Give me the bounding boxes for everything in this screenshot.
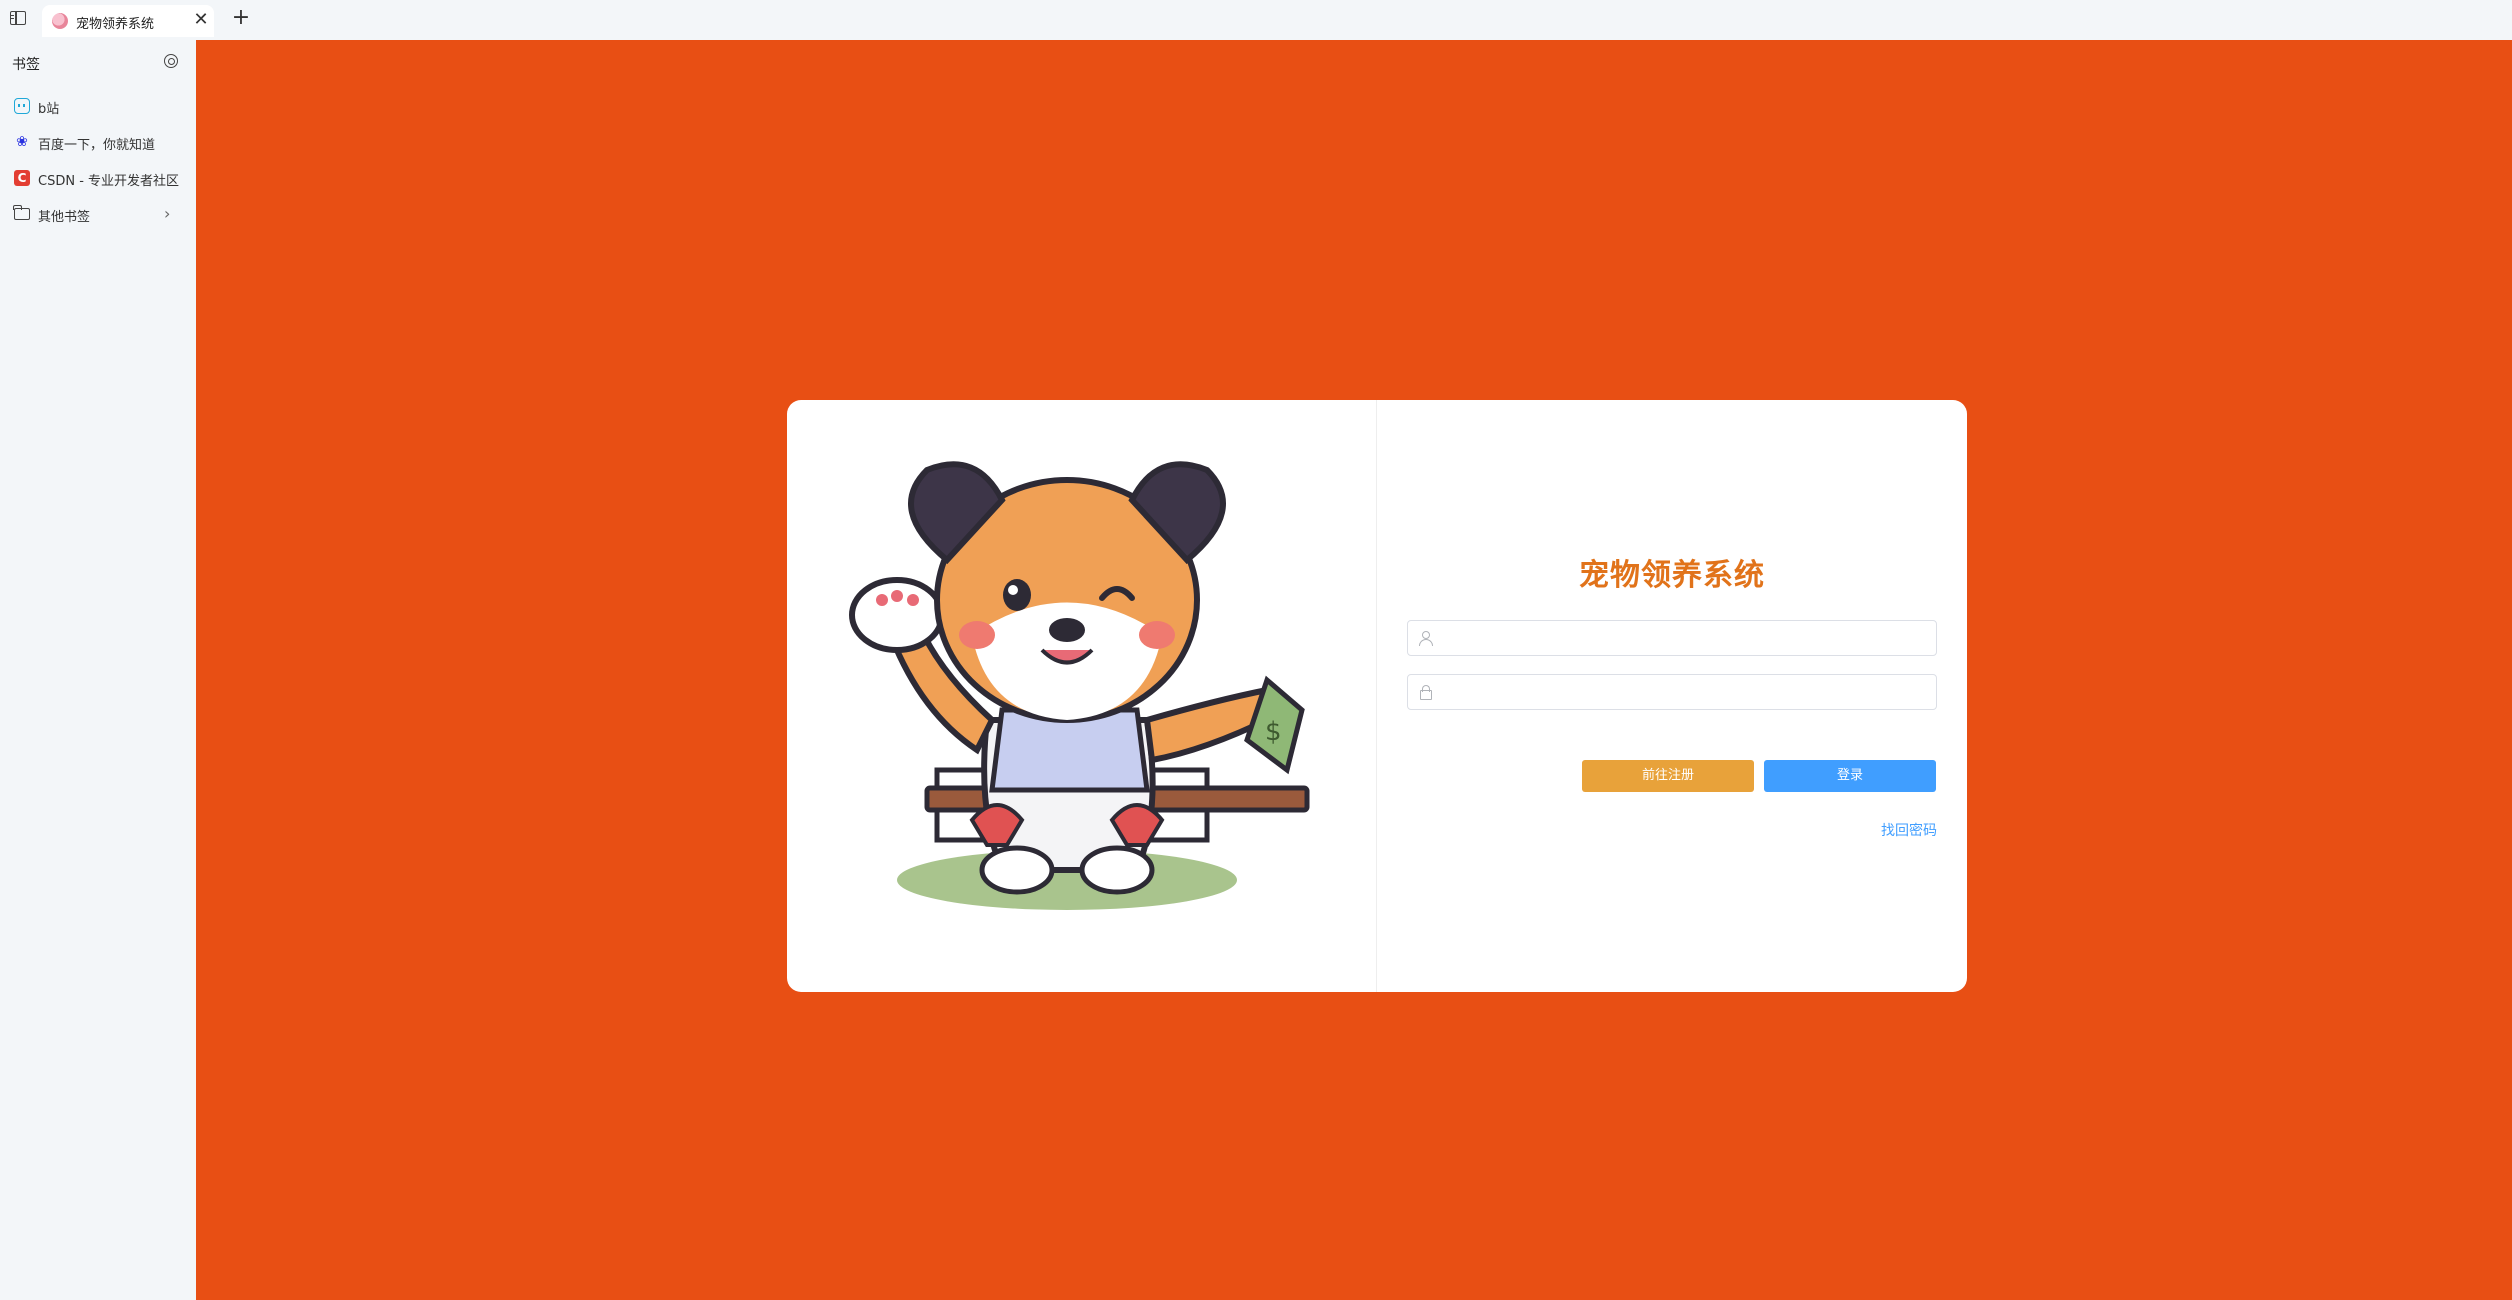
user-icon [1418, 630, 1434, 646]
username-field[interactable] [1407, 620, 1937, 656]
bookmark-label: b站 [38, 102, 60, 117]
browser-tab-bar: 宠物领养系统 ✕ + [0, 0, 2512, 40]
password-field[interactable] [1407, 674, 1937, 710]
csdn-icon: C [14, 170, 30, 186]
bookmark-csdn[interactable]: C CSDN - 专业开发者社区 [0, 162, 196, 194]
login-button[interactable]: 登录 [1764, 760, 1936, 792]
login-form: 宠物领养系统 前往注册 登录 找回密码 [1377, 400, 1967, 992]
tab-favicon-icon [52, 13, 68, 29]
sidebar-title: 书签 [12, 57, 40, 73]
baidu-icon: ❀ [16, 134, 28, 150]
forgot-password-link[interactable]: 找回密码 [1881, 820, 1937, 840]
dog-mascot-illustration: $ [849, 461, 1310, 910]
bookmark-label: 百度一下，你就知道 [38, 138, 156, 153]
register-button[interactable]: 前往注册 [1582, 760, 1754, 792]
bookmark-bilibili[interactable]: b站 [0, 90, 196, 122]
tab-title: 宠物领养系统 [76, 17, 155, 32]
new-tab-button[interactable]: + [230, 6, 252, 30]
bookmark-label: CSDN - 专业开发者社区 [38, 174, 180, 189]
password-input[interactable] [1442, 675, 1922, 709]
folder-icon [13, 205, 30, 220]
page-content: $ 宠物领养系统 前往注册 登录 找回密码 [196, 40, 2512, 1300]
chevron-right-icon: › [164, 204, 171, 223]
bookmark-label: 其他书签 [38, 210, 91, 225]
sidebar-toggle-icon[interactable] [10, 11, 26, 25]
bilibili-icon [14, 98, 30, 114]
bookmark-folder-other[interactable]: 其他书签 › [0, 198, 196, 230]
login-card: $ 宠物领养系统 前往注册 登录 找回密码 [787, 400, 1967, 992]
username-input[interactable] [1442, 621, 1922, 655]
bookmark-baidu[interactable]: ❀ 百度一下，你就知道 [0, 126, 196, 158]
lock-icon [1418, 684, 1434, 700]
browser-tab[interactable]: 宠物领养系统 ✕ [42, 5, 214, 37]
tab-close-icon[interactable]: ✕ [192, 11, 210, 29]
gear-icon[interactable] [164, 54, 178, 68]
page-title: 宠物领养系统 [1579, 558, 1765, 593]
bookmarks-sidebar: 书签 b站 ❀ 百度一下，你就知道 C CSDN - 专业开发者社区 其他书签 … [0, 40, 196, 1300]
svg-text:$: $ [1265, 717, 1282, 747]
